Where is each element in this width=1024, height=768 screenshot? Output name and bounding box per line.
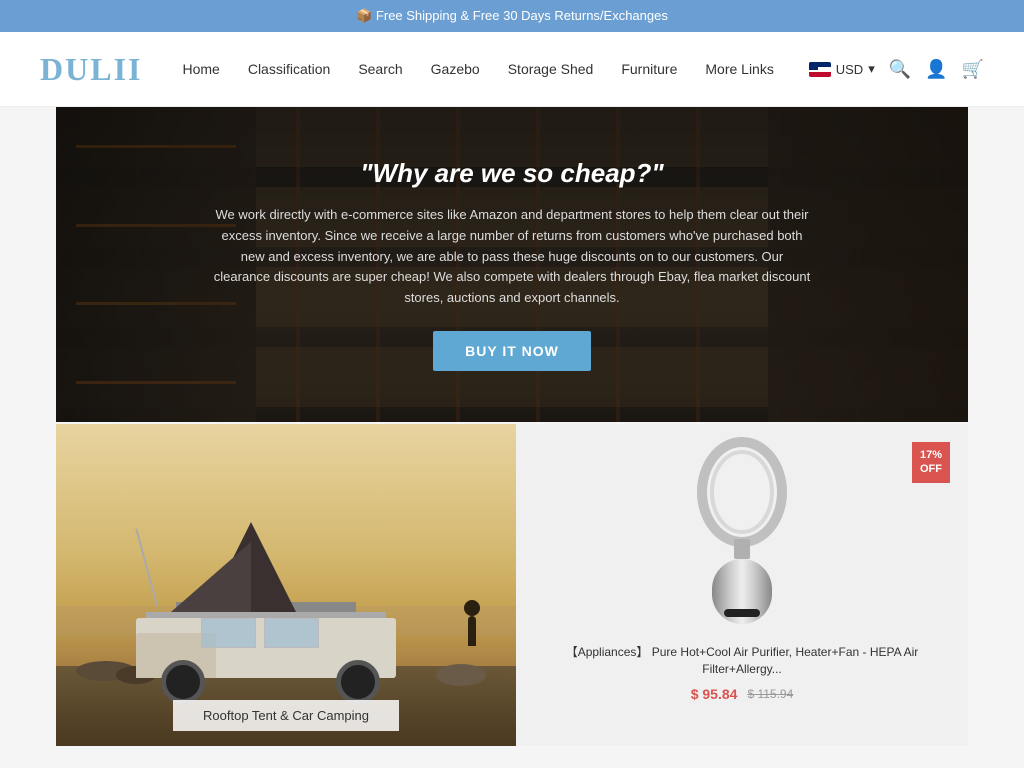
- nav-home[interactable]: Home: [182, 61, 219, 77]
- account-icon[interactable]: 👤: [925, 59, 947, 80]
- product-card[interactable]: 17% OFF: [516, 424, 968, 746]
- nav-classification[interactable]: Classification: [248, 61, 330, 77]
- site-logo[interactable]: DULII: [40, 51, 142, 88]
- us-flag-icon: [809, 62, 831, 77]
- search-icon[interactable]: 🔍: [889, 59, 911, 80]
- cart-icon[interactable]: 🛒: [962, 59, 984, 80]
- product-image: [682, 437, 802, 637]
- site-header: DULII Home Classification Search Gazebo …: [0, 32, 1024, 107]
- hero-description: We work directly with e-commerce sites l…: [212, 205, 812, 309]
- nav-furniture[interactable]: Furniture: [621, 61, 677, 77]
- promo-banner: 📦 Free Shipping & Free 30 Days Returns/E…: [0, 0, 1024, 32]
- currency-label: USD: [836, 62, 863, 77]
- hero-cta-button[interactable]: BUY IT NOW: [433, 331, 591, 371]
- promo-text: 📦 Free Shipping & Free 30 Days Returns/E…: [356, 8, 668, 23]
- product-title: 【Appliances】 Pure Hot+Cool Air Purifier,…: [534, 644, 950, 678]
- tent-scene: [56, 424, 516, 746]
- hero-content: "Why are we so cheap?" We work directly …: [56, 107, 968, 422]
- product-grid: Rooftop Tent & Car Camping 17% OFF: [56, 424, 968, 746]
- purifier-svg: [682, 437, 802, 637]
- product-price-old: $ 115.94: [747, 687, 793, 701]
- main-nav: Home Classification Search Gazebo Storag…: [182, 61, 808, 77]
- product-price-row: $ 95.84 $ 115.94: [691, 686, 794, 702]
- header-actions: USD ▾ 🔍 👤 🛒: [809, 59, 984, 80]
- product-price-new: $ 95.84: [691, 686, 738, 702]
- nav-storage-shed[interactable]: Storage Shed: [508, 61, 594, 77]
- badge-off: OFF: [920, 462, 942, 476]
- discount-badge: 17% OFF: [912, 442, 950, 483]
- currency-chevron-icon: ▾: [868, 61, 875, 77]
- hero-title: "Why are we so cheap?": [360, 158, 664, 189]
- product-image-area: [662, 442, 822, 632]
- hero-section: "Why are we so cheap?" We work directly …: [56, 107, 968, 422]
- nav-search[interactable]: Search: [358, 61, 402, 77]
- badge-percent: 17%: [920, 448, 942, 462]
- nav-more-links[interactable]: More Links: [705, 61, 773, 77]
- left-card-label: Rooftop Tent & Car Camping: [56, 700, 516, 731]
- currency-selector[interactable]: USD ▾: [809, 61, 875, 77]
- left-promo-card[interactable]: Rooftop Tent & Car Camping: [56, 424, 516, 746]
- left-card-label-text: Rooftop Tent & Car Camping: [173, 700, 399, 731]
- nav-gazebo[interactable]: Gazebo: [431, 61, 480, 77]
